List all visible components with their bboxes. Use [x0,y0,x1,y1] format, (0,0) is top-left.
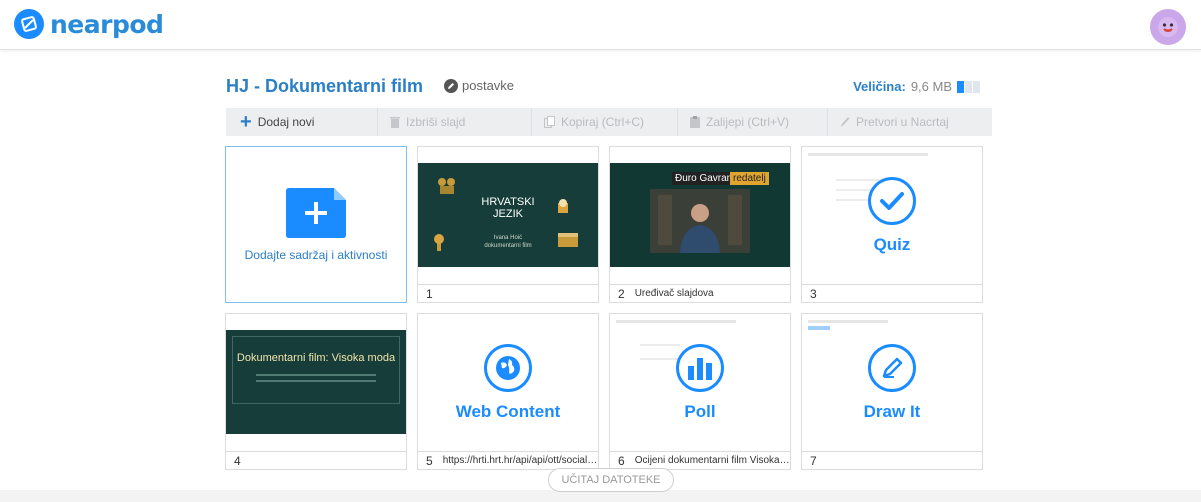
convert-draw-button[interactable]: Pretvori u Nacrtaj [828,108,961,136]
slide-1-subtitle-line1: Ivana Hoić [493,235,523,241]
interview-video-frame [650,189,750,253]
lesson-title[interactable]: HJ - Dokumentarni film [226,76,423,97]
lesson-title-row: HJ - Dokumentarni film postavke Veličina… [226,76,986,98]
web-content-tile: Web Content [418,314,598,451]
person-image [650,189,750,253]
add-new-label: Dodaj novi [257,115,315,129]
trash-icon [390,117,400,128]
slide-2-preview: Đuro Gavran redatelj [610,163,790,267]
add-content-label: Dodajte sadržaj i aktivnosti [244,247,388,262]
slide-label: 7 [802,451,982,469]
slide-thumbnail: Web Content [418,314,598,451]
slide-card-6[interactable]: Poll 6 Ocijeni dokumentarni film Visoka … [609,313,791,470]
slide-label: 1 [418,284,598,302]
slide-4-preview: Dokumentarni film: Visoka moda [226,330,406,434]
paste-button[interactable]: Zalijepi (Ctrl+V) [678,108,828,136]
slide-number: 2 [618,286,625,301]
slide-description: Ocijeni dokumentarni film Visoka ... [634,455,790,466]
slide-thumbnail: Dokumentarni film: Visoka moda [226,314,406,451]
plus-icon: + [240,111,252,133]
add-content-card[interactable]: Dodajte sadržaj i aktivnosti [225,146,407,303]
user-avatar[interactable] [1150,9,1186,45]
slide-number: 4 [234,453,241,468]
delete-slide-label: Izbriši slajd [406,115,466,129]
slide-label: 4 [226,451,406,469]
smiley-avatar-icon [1158,17,1178,37]
slide-card-1[interactable]: HRVATSKI JEZIK Ivana Hoić dokumentarni f… [417,146,599,303]
paste-icon [690,116,700,128]
copy-icon [544,116,555,128]
slide-thumbnail: Draw It [802,314,982,451]
slide-1-title-line1: HRVATSKI [481,196,535,208]
pencil-icon [868,343,916,392]
pencil-icon [841,117,850,127]
delete-slide-button[interactable]: Izbriši slajd [378,108,532,136]
copy-label: Kopiraj (Ctrl+C) [561,115,645,129]
slide-label: 6 Ocijeni dokumentarni film Visoka ... [610,451,790,469]
slide-number: 1 [426,286,433,301]
poll-tile: Poll [610,314,790,451]
top-bar: nearpod [0,0,1201,50]
quiz-label: Quiz [873,234,911,254]
paste-label: Zalijepi (Ctrl+V) [706,115,790,129]
web-content-label: Web Content [455,401,561,421]
bar-chart-icon [676,343,724,392]
slide-label: 5 https://hrti.hrt.hr/api/api/ott/social… [418,451,598,469]
size-value: 9,6 MB [910,79,952,94]
slide-number: 6 [618,453,625,468]
slide-thumbnail: HRVATSKI JEZIK Ivana Hoić dokumentarni f… [418,147,598,284]
slide-1-title-line2: JEZIK [493,208,523,220]
slide-card-4[interactable]: Dokumentarni film: Visoka moda 4 [225,313,407,470]
draw-it-label: Draw It [863,401,921,421]
add-file-icon [286,187,346,238]
size-meter [957,80,980,93]
slide-1-subtitle-line2: dokumentarni film [484,243,532,249]
globe-icon [484,343,532,392]
slide-1-preview: HRVATSKI JEZIK Ivana Hoić dokumentarni f… [418,163,598,267]
slide-4-title: Dokumentarni film: Visoka moda [236,352,396,364]
slide-thumbnail: Poll [610,314,790,451]
lesson-size: Veličina: 9,6 MB [853,79,980,94]
settings-label: postavke [462,78,515,93]
upload-files-button[interactable]: UČITAJ DATOTEKE [548,468,674,492]
slide-card-3[interactable]: Quiz 3 [801,146,983,303]
checkmark-icon [868,176,916,225]
slide-label: 3 [802,284,982,302]
person-name: Đuro Gavran [672,172,736,185]
slide-number: 7 [810,453,817,468]
slide-card-5[interactable]: Web Content 5 https://hrti.hrt.hr/api/ap… [417,313,599,470]
nearpod-logo[interactable]: nearpod [14,9,164,39]
slide-thumbnail: Quiz [802,147,982,284]
person-role: redatelj [730,172,769,185]
copy-button[interactable]: Kopiraj (Ctrl+C) [532,108,678,136]
poll-label: Poll [684,401,716,421]
logo-text: nearpod [50,9,164,39]
slide-toolbar: + Dodaj novi Izbriši slajd Kopiraj (Ctrl… [226,108,992,136]
slide-thumbnail: Đuro Gavran redatelj [610,147,790,284]
add-new-button[interactable]: + Dodaj novi [226,108,378,136]
slide-description: Uređivač slajdova [634,288,714,299]
convert-draw-label: Pretvori u Nacrtaj [856,115,949,129]
quiz-tile: Quiz [802,147,982,284]
slide-number: 5 [426,453,433,468]
nearpod-logo-icon [14,9,44,39]
slide-frame [232,336,400,404]
slide-description: https://hrti.hrt.hr/api/api/ott/socials.… [442,455,598,466]
pencil-icon [444,78,458,93]
settings-link[interactable]: postavke [444,78,514,93]
slide-card-7[interactable]: Draw It 7 [801,313,983,470]
draw-it-tile: Draw It [802,314,982,451]
slide-label: 2 Uređivač slajdova [610,284,790,302]
placeholder-line [256,380,376,382]
film-camera-icon [438,178,455,194]
placeholder-line [256,374,376,376]
size-label: Veličina: [853,79,906,94]
slide-number: 3 [810,286,817,301]
slide-card-2[interactable]: Đuro Gavran redatelj 2 Uređivač slajdova [609,146,791,303]
